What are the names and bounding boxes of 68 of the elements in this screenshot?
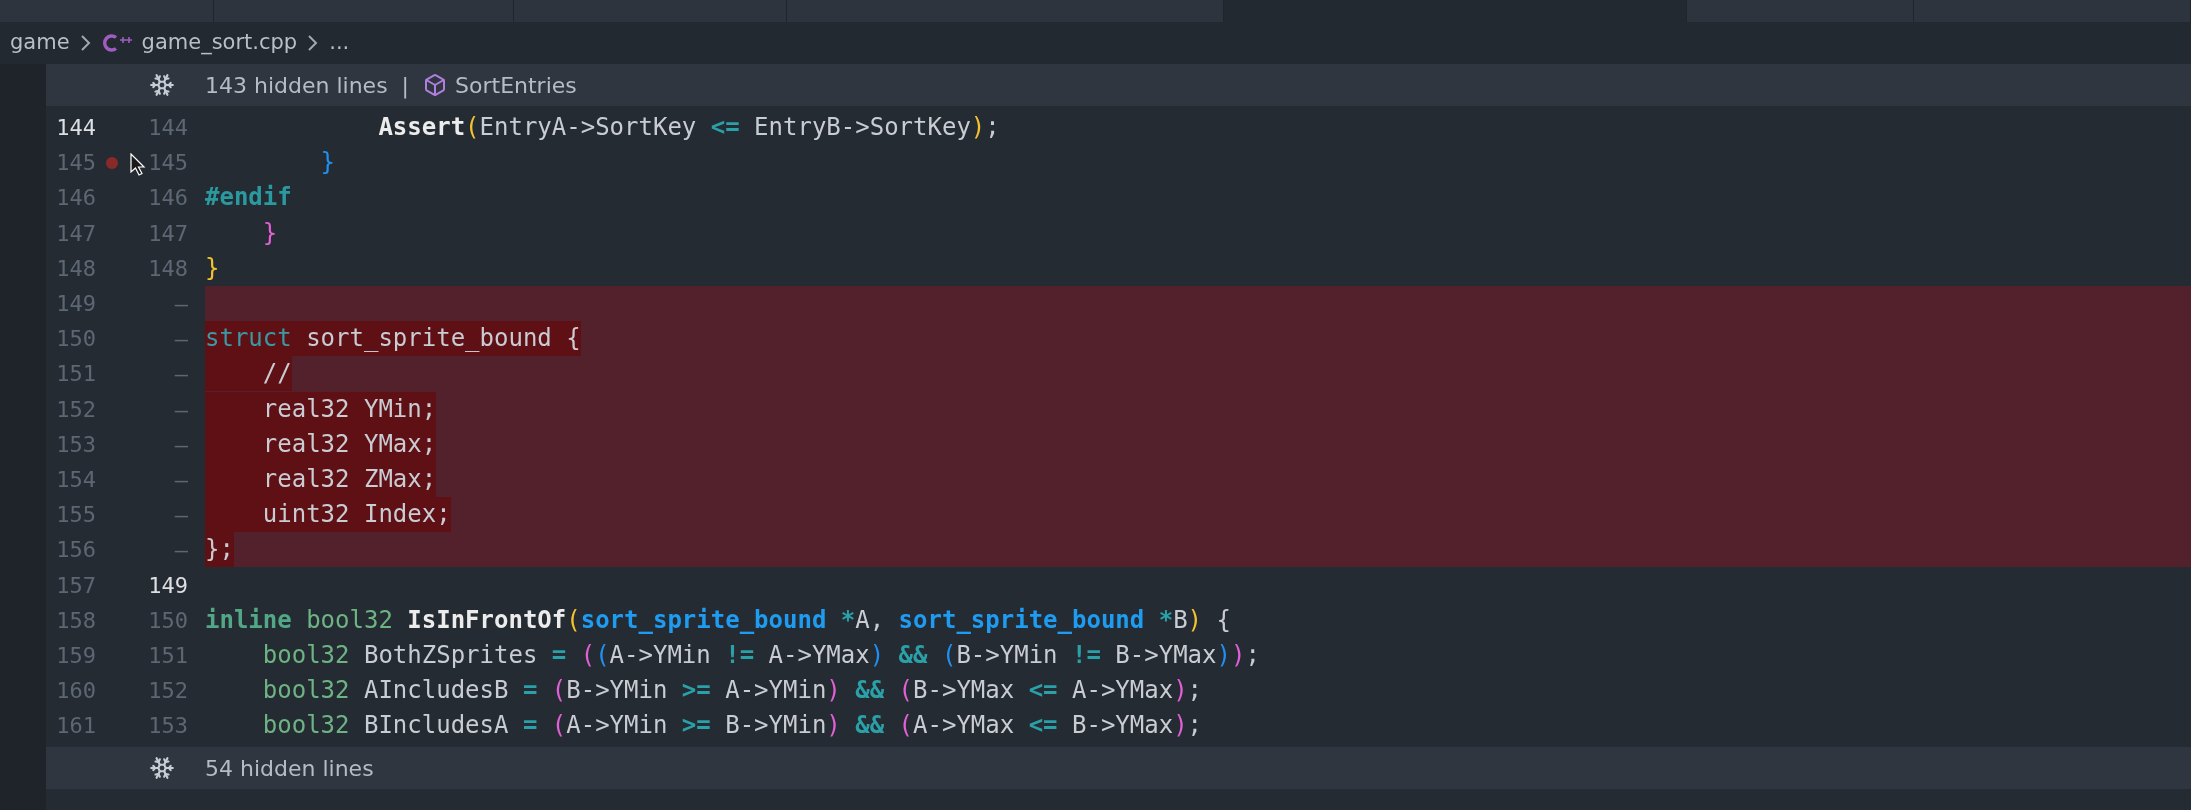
breadcrumb-more[interactable]: ... (329, 27, 350, 59)
line-number: 145 (56, 149, 96, 178)
code-text: Assert(EntryA->SortKey <= EntryB->SortKey); (377, 112, 1000, 144)
code-text: inline bool32 IsInFrontOf(sort_sprite_bound *A, sort_sprite_bound *B) { (205, 604, 1231, 636)
line-number: 144 (56, 114, 96, 143)
line-number: 149 (56, 290, 96, 319)
line-number: 148 (56, 254, 96, 283)
hidden-lines-label: 143 hidden lines (205, 71, 388, 100)
line-number: 155 (56, 501, 96, 530)
hidden-lines-label: 54 hidden lines (205, 754, 374, 783)
line-number: 150 (56, 325, 96, 354)
line-number: 159 (56, 641, 96, 670)
line-number: 146 (148, 184, 188, 213)
breadcrumb-folder[interactable]: game (10, 27, 70, 59)
breadcrumb-file[interactable]: game_sort.cpp (141, 27, 298, 59)
code-text: }; (205, 532, 234, 568)
code-text: // (205, 356, 292, 392)
unfold-icon[interactable] (149, 755, 175, 782)
cpp-file-icon (101, 33, 132, 53)
code-text: bool32 BothZSprites = ((A->YMin != A->YMax) && (B->YMin != B->YMax)); (261, 639, 1260, 671)
line-number: 153 (56, 430, 96, 459)
line-number: 158 (56, 606, 96, 635)
line-number: 156 (56, 536, 96, 565)
line-number: 148 (148, 254, 188, 283)
line-number: 151 (148, 641, 188, 670)
code-text: uint32 Index; (205, 497, 451, 533)
code-text: real32 YMax; (205, 426, 437, 462)
separator: | (401, 71, 410, 101)
code-text: bool32 AIncludesB = (B->YMin >= A->YMin) && (B->YMax <= A->YMax); (261, 675, 1203, 707)
symbol-name: SortEntries (455, 71, 577, 100)
line-number: 149 (148, 571, 188, 600)
line-number: 147 (56, 219, 96, 248)
hidden-lines-bar[interactable]: 143 hidden lines | SortEntries (46, 64, 2191, 106)
line-number: 153 (148, 712, 188, 741)
line-number: — (174, 501, 188, 530)
line-number: — (174, 360, 188, 389)
line-number: 147 (148, 219, 188, 248)
line-number: 145 (148, 149, 188, 178)
line-number: — (174, 395, 188, 424)
line-number: — (174, 536, 188, 565)
unfold-icon[interactable] (149, 72, 175, 98)
code-text: bool32 BIncludesA = (A->YMin >= B->YMin) && (A->YMax <= B->YMax); (261, 710, 1203, 742)
code-text: #endif (205, 182, 292, 214)
line-number: 152 (56, 395, 96, 424)
chevron-icon (79, 34, 92, 52)
code-text: real32 ZMax; (205, 461, 437, 497)
mouse-pointer-icon (130, 153, 146, 178)
line-number: 157 (56, 571, 96, 600)
line-number: — (174, 325, 188, 354)
line-number: 146 (56, 184, 96, 213)
chevron-icon (307, 34, 320, 52)
line-number: 152 (148, 677, 188, 706)
code-text: real32 YMin; (205, 391, 437, 427)
line-number: 160 (56, 677, 96, 706)
code-text: } (261, 217, 278, 249)
code-text: } (319, 147, 336, 179)
line-number: 154 (56, 465, 96, 494)
line-number: 144 (148, 114, 188, 143)
hidden-lines-bar[interactable]: 54 hidden lines (46, 747, 2191, 790)
code-text: struct sort_sprite_bound { (205, 321, 581, 357)
line-number: 150 (148, 606, 188, 635)
code-text: } (205, 252, 220, 284)
line-number: — (174, 430, 188, 459)
line-number: — (174, 465, 188, 494)
cube-icon (423, 73, 448, 97)
line-number: — (174, 290, 188, 319)
line-number: 161 (56, 712, 96, 741)
line-number: 151 (56, 360, 96, 389)
